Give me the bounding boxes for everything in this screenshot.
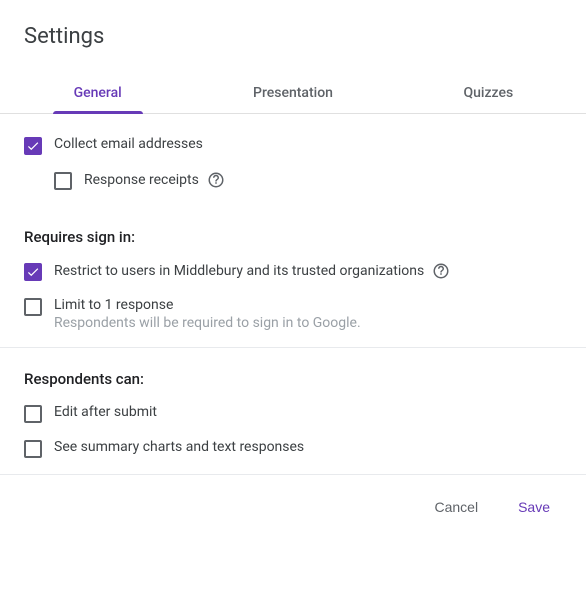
row-restrict: Restrict to users in Middlebury and its … — [24, 262, 562, 281]
heading-respondents: Respondents can: — [24, 370, 562, 388]
label-limit: Limit to 1 response — [54, 297, 361, 313]
checkbox-collect-email[interactable] — [24, 137, 42, 155]
cancel-button[interactable]: Cancel — [426, 495, 486, 519]
help-icon[interactable] — [432, 262, 450, 280]
checkbox-response-receipts[interactable] — [54, 172, 72, 190]
label-summary: See summary charts and text responses — [54, 439, 304, 455]
heading-signin: Requires sign in: — [24, 228, 562, 246]
label-response-receipts: Response receipts — [84, 171, 225, 189]
label-collect-email: Collect email addresses — [54, 136, 203, 152]
row-collect-email: Collect email addresses — [24, 136, 562, 155]
tab-quizzes[interactable]: Quizzes — [391, 73, 586, 113]
row-limit: Limit to 1 response Respondents will be … — [24, 297, 562, 331]
section-general: Collect email addresses Response receipt… — [24, 114, 562, 190]
tabs: General Presentation Quizzes — [0, 73, 586, 114]
section-signin: Requires sign in: Restrict to users in M… — [24, 206, 562, 331]
tab-general[interactable]: General — [0, 73, 195, 113]
checkbox-edit[interactable] — [24, 405, 42, 423]
label-restrict: Restrict to users in Middlebury and its … — [54, 262, 450, 280]
row-edit: Edit after submit — [24, 404, 562, 423]
help-icon[interactable] — [207, 171, 225, 189]
label-edit: Edit after submit — [54, 404, 157, 420]
section-respondents: Respondents can: Edit after submit See s… — [24, 348, 562, 458]
row-summary: See summary charts and text responses — [24, 439, 562, 458]
checkbox-summary[interactable] — [24, 440, 42, 458]
checkbox-limit[interactable] — [24, 298, 42, 316]
row-response-receipts: Response receipts — [54, 171, 562, 190]
checkbox-restrict[interactable] — [24, 263, 42, 281]
tab-presentation[interactable]: Presentation — [195, 73, 390, 113]
dialog-title: Settings — [24, 24, 562, 49]
dialog-actions: Cancel Save — [24, 475, 562, 519]
sublabel-limit: Respondents will be required to sign in … — [54, 315, 361, 331]
settings-dialog: Settings General Presentation Quizzes Co… — [0, 0, 586, 535]
save-button[interactable]: Save — [510, 495, 558, 519]
